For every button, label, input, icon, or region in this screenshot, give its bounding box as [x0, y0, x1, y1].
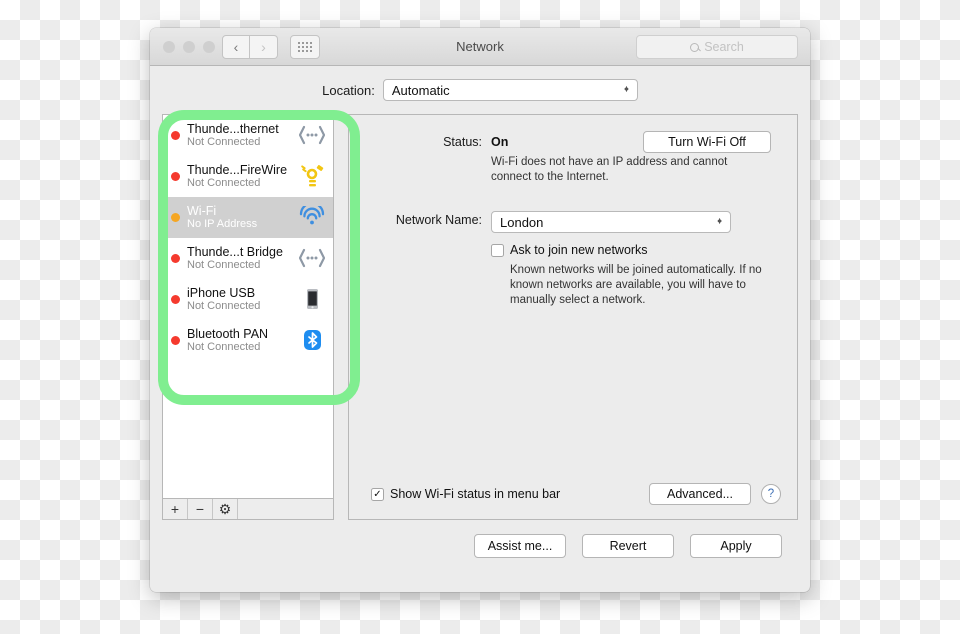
network-name-label: Network Name: — [395, 213, 482, 227]
add-service-button[interactable]: + — [163, 499, 188, 519]
services-list: Thunde...thernet Not Connected Thunde...Fi… — [162, 114, 334, 498]
remove-service-button[interactable]: − — [188, 499, 213, 519]
service-list-item[interactable]: Thunde...t Bridge Not Connected — [163, 238, 333, 279]
network-name-row: Network Name: London ▲ ▼ — [349, 211, 781, 233]
thunderbolt-ethernet-icon — [297, 122, 327, 148]
revert-button[interactable]: Revert — [582, 534, 674, 558]
ask-to-join-label: Ask to join new networks — [510, 243, 648, 257]
service-text: Thunde...thernet Not Connected — [187, 122, 297, 149]
search-placeholder: Search — [704, 40, 744, 54]
service-status: Not Connected — [187, 340, 261, 353]
wifi-detail-pane: Status: On Wi-Fi does not have an IP add… — [348, 114, 798, 520]
chevron-updown-icon: ▲ ▼ — [716, 217, 723, 226]
status-indicator-dot — [171, 253, 180, 263]
service-status: Not Connected — [187, 258, 261, 271]
detail-bottom-controls: ✓ Show Wi-Fi status in menu bar Advanced… — [371, 483, 781, 505]
service-status: Not Connected — [187, 299, 261, 312]
service-list-item[interactable]: Thunde...FireWire Not Connected — [163, 156, 333, 197]
status-help-text: Wi-Fi does not have an IP address and ca… — [491, 156, 728, 183]
location-label: Location: — [322, 82, 375, 98]
service-name: Thunde...FireWire — [187, 162, 288, 177]
services-sidebar: Thunde...thernet Not Connected Thunde...Fi… — [162, 114, 334, 520]
status-help-spacer — [349, 155, 491, 185]
services-toolbar: + − ⚙ — [162, 498, 334, 520]
service-name: Wi-Fi — [187, 203, 217, 218]
ask-join-row: Ask to join new networks Known networks … — [349, 243, 781, 308]
window-footer: Assist me... Revert Apply — [150, 520, 810, 582]
status-indicator-dot — [171, 171, 180, 181]
search-input[interactable]: Search — [636, 35, 798, 59]
show-wifi-status-label: Show Wi-Fi status in menu bar — [390, 487, 561, 501]
status-help-row: Wi-Fi does not have an IP address and ca… — [349, 155, 781, 185]
show-wifi-status-checkbox[interactable]: ✓ Show Wi-Fi status in menu bar — [371, 487, 560, 501]
gear-icon: ⚙ — [218, 500, 232, 517]
checkbox-box: ✓ — [371, 488, 384, 501]
wifi-icon — [297, 204, 327, 230]
service-status: No IP Address — [187, 217, 258, 230]
service-name: Thunde...t Bridge — [187, 244, 283, 259]
advanced-button[interactable]: Advanced... — [649, 483, 751, 505]
service-actions-button[interactable]: ⚙ — [213, 499, 238, 519]
window-titlebar: ‹ › Network Search — [150, 28, 810, 66]
search-icon — [690, 42, 700, 52]
assist-me-button[interactable]: Assist me... — [474, 534, 566, 558]
service-text: Wi-Fi No IP Address — [187, 204, 297, 231]
bluetooth-icon — [297, 327, 327, 353]
service-text: iPhone USB Not Connected — [187, 286, 297, 313]
status-indicator-dot — [171, 335, 180, 345]
service-text: Bluetooth PAN Not Connected — [187, 327, 297, 354]
location-value: Automatic — [391, 82, 450, 98]
iphone-icon — [297, 286, 327, 312]
service-name: Bluetooth PAN — [187, 326, 269, 341]
ask-to-join-help: Known networks will be joined automatica… — [510, 264, 762, 306]
checkbox-box — [491, 244, 504, 257]
turn-wifi-off-button[interactable]: Turn Wi-Fi Off — [643, 131, 771, 153]
window-body: Thunde...thernet Not Connected Thunde...Fi… — [150, 114, 810, 520]
location-select[interactable]: Automatic ▲ ▼ — [382, 79, 638, 101]
service-text: Thunde...FireWire Not Connected — [187, 163, 297, 190]
apply-button[interactable]: Apply — [690, 534, 782, 558]
thunderbolt-bridge-icon — [297, 245, 327, 271]
status-indicator-dot — [171, 294, 180, 304]
service-name: Thunde...thernet — [187, 121, 279, 136]
chevron-updown-icon: ▲ ▼ — [622, 85, 630, 94]
service-list-item[interactable]: Thunde...thernet Not Connected — [163, 115, 333, 156]
location-row: Location: Automatic ▲ ▼ — [150, 66, 810, 114]
service-list-item[interactable]: Bluetooth PAN Not Connected — [163, 320, 333, 361]
status-indicator-dot — [171, 130, 180, 140]
service-status: Not Connected — [187, 176, 261, 189]
help-button[interactable]: ? — [761, 484, 781, 504]
network-preferences-window: ‹ › Network Search Location: Automatic ▲… — [150, 28, 810, 592]
toolbar-filler — [238, 499, 333, 519]
service-list-item[interactable]: iPhone USB Not Connected — [163, 279, 333, 320]
ask-join-spacer — [349, 243, 491, 308]
service-status: Not Connected — [187, 135, 261, 148]
service-name: iPhone USB — [187, 285, 256, 300]
firewire-icon — [297, 163, 327, 189]
status-indicator-dot — [171, 212, 180, 222]
status-label: Status: — [443, 135, 482, 149]
network-name-value: London — [500, 214, 544, 230]
service-list-item[interactable]: Wi-Fi No IP Address — [163, 197, 333, 238]
ask-to-join-checkbox[interactable]: Ask to join new networks — [491, 243, 781, 257]
network-name-select[interactable]: London ▲ ▼ — [491, 211, 731, 233]
service-text: Thunde...t Bridge Not Connected — [187, 245, 297, 272]
